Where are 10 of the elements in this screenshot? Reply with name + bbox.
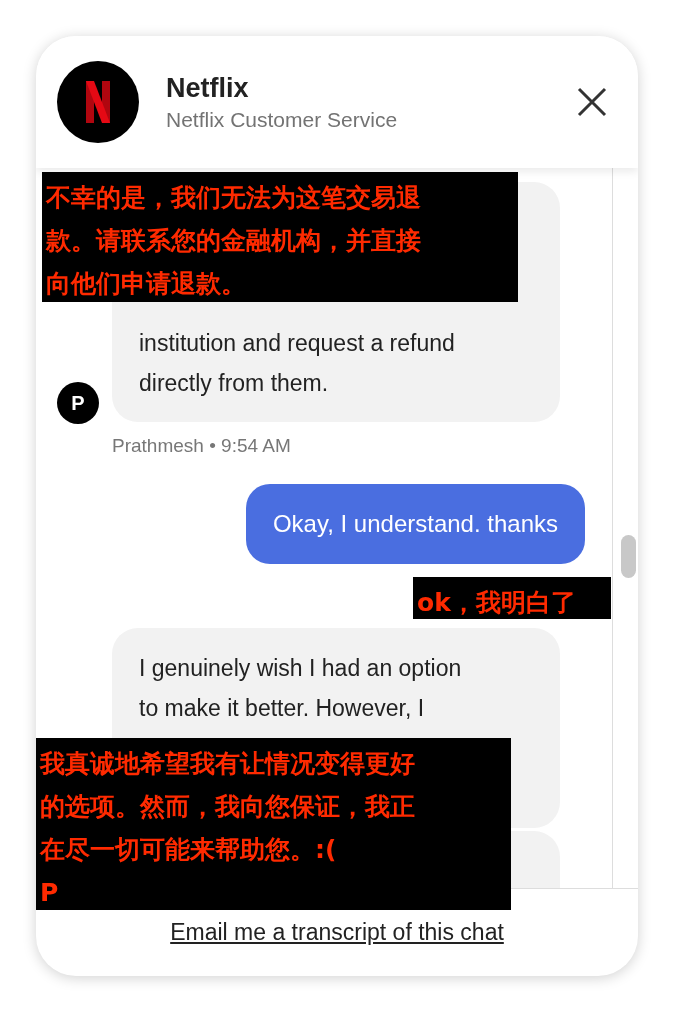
avatar: P [57, 382, 99, 424]
message-meta: Prathmesh • 9:54 AM [112, 435, 292, 457]
translation-caption: ok，我明白了 [417, 587, 576, 619]
chat-title: Netflix [166, 72, 250, 104]
message-bubble: Okay, I understand. thanks [245, 484, 585, 564]
chat-subtitle: Netflix Customer Service [166, 107, 399, 132]
translation-caption: 不幸的是，我们无法为这笔交易退 款。请联系您的金融机构，并直接 向他们申请退款。 [46, 182, 421, 300]
email-transcript-link[interactable]: Email me a transcript of this chat [170, 919, 504, 946]
logo-icon [57, 61, 139, 143]
scrollbar-thumb[interactable] [621, 535, 636, 578]
